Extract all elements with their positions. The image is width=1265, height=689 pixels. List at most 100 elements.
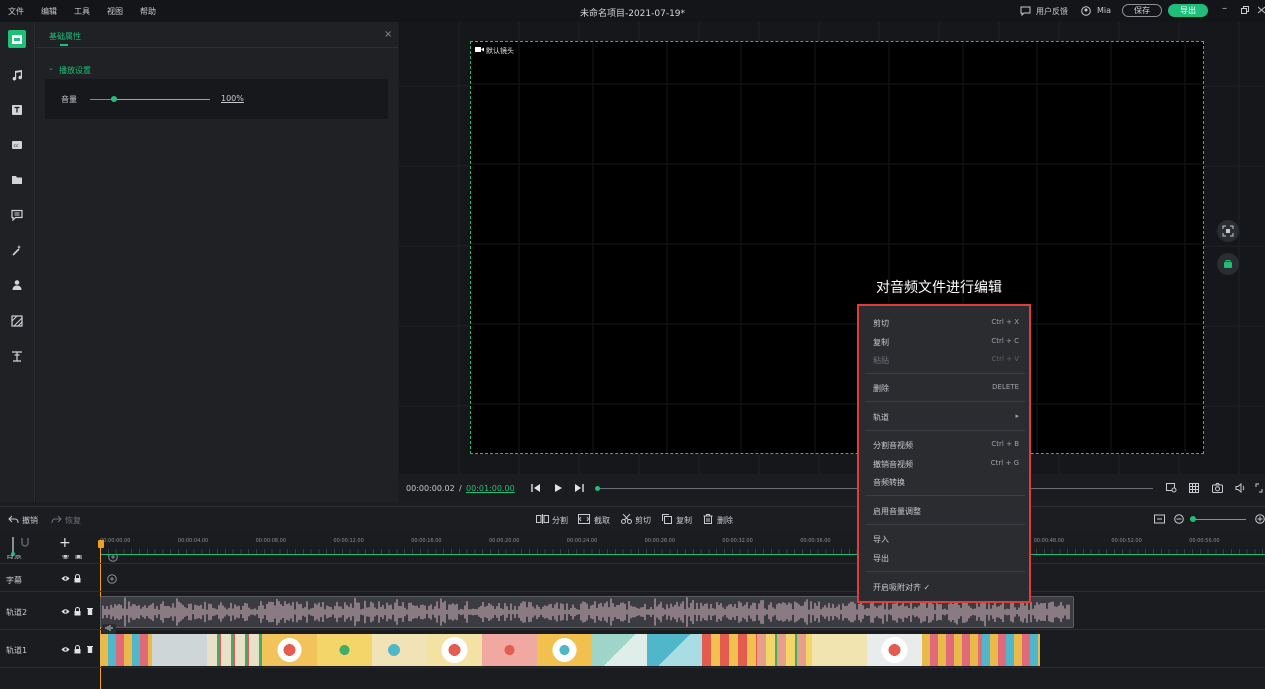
next-frame-icon[interactable] [574, 483, 584, 495]
clip-thumbnail [757, 634, 812, 666]
snapshot-settings-icon[interactable] [1166, 483, 1177, 495]
playback-progress-handle[interactable] [595, 486, 600, 491]
split-screen-icon[interactable] [8, 347, 26, 365]
add-track-icon[interactable]: + [59, 535, 71, 551]
playback-settings-section[interactable]: 播放设置 [59, 65, 91, 76]
menu-item-volume-adjust[interactable]: 启用音量调整 [873, 506, 1019, 517]
total-time[interactable]: 00:01:00.00 [466, 484, 515, 493]
tab-basic-properties[interactable]: 基础属性 [49, 31, 81, 42]
folder-icon[interactable] [8, 171, 26, 189]
add-subtitle-icon[interactable] [107, 574, 117, 586]
text-icon[interactable] [8, 101, 26, 119]
zoom-slider-track[interactable] [1190, 519, 1246, 520]
properties-header: 基础属性 × [36, 22, 398, 48]
volume-icon[interactable] [1235, 482, 1246, 495]
menu-item-split-av[interactable]: 分割音视频 Ctrl + B [873, 440, 1019, 451]
volume-value[interactable]: 100% [221, 94, 244, 103]
feedback-link[interactable]: 用户反馈 [1036, 6, 1068, 17]
ruler-time-label: 00:00:36.00 [800, 538, 831, 544]
eye-icon[interactable] [61, 575, 70, 584]
cut-button[interactable]: 剪切 [635, 515, 651, 526]
context-menu: 剪切 Ctrl + X 复制 Ctrl + C 粘贴 Ctrl + V 删除 DELET… [857, 304, 1031, 603]
split-icon[interactable] [536, 514, 549, 526]
restore-icon[interactable] [1241, 6, 1249, 16]
user-name[interactable]: Mia [1097, 6, 1111, 15]
grid-icon[interactable] [1189, 483, 1199, 495]
menu-item-snap-align[interactable]: 开启吸附对齐 ✓ [873, 582, 1019, 593]
clip-thumbnail [592, 634, 647, 666]
fit-timeline-icon[interactable] [1154, 514, 1165, 526]
preview-canvas[interactable]: 默认镜头 [470, 41, 1204, 454]
lock-icon[interactable]: ▣ [75, 555, 83, 560]
prev-frame-icon[interactable] [531, 483, 541, 495]
split-button[interactable]: 分割 [552, 515, 568, 526]
person-icon[interactable] [8, 276, 26, 294]
menu-item-export[interactable]: 导出 [873, 553, 1019, 564]
menu-separator [865, 571, 1025, 572]
fullscreen-icon[interactable] [1255, 483, 1263, 495]
music-icon[interactable] [8, 66, 26, 84]
delete-button[interactable]: 删除 [717, 515, 733, 526]
crop-icon[interactable] [578, 514, 590, 526]
menu-item-copy[interactable]: 复制 Ctrl + C [873, 337, 1019, 348]
menu-item-undo-av[interactable]: 撤销音视频 Ctrl + G [873, 459, 1019, 470]
eye-icon[interactable] [61, 608, 70, 617]
playhead-handle[interactable] [98, 540, 104, 548]
menu-separator [865, 430, 1025, 431]
magic-wand-icon[interactable] [8, 241, 26, 259]
feedback-icon[interactable] [1020, 6, 1031, 18]
menu-item-cut[interactable]: 剪切 Ctrl + X [873, 318, 1019, 329]
close-window-icon[interactable] [1257, 6, 1265, 16]
crop-button[interactable]: 截取 [594, 515, 610, 526]
redo-button[interactable]: 恢复 [65, 515, 81, 526]
copy-button[interactable]: 复制 [676, 515, 692, 526]
zoom-slider-handle[interactable] [1190, 516, 1196, 522]
minimize-icon[interactable]: – [1222, 3, 1227, 14]
menu-item-audio-convert[interactable]: 音频转换 [873, 477, 1019, 488]
clip-thumbnail [317, 634, 372, 666]
scissors-icon[interactable] [621, 513, 632, 526]
volume-slider-handle[interactable] [111, 96, 117, 102]
close-panel-icon[interactable]: × [384, 29, 392, 40]
lock-icon[interactable] [74, 574, 81, 585]
lock-icon[interactable] [74, 645, 81, 656]
media-library-icon[interactable] [8, 30, 26, 48]
video-clip[interactable] [100, 634, 1075, 666]
camera-icon[interactable] [1212, 483, 1223, 495]
menu-item-delete[interactable]: 删除 DELETE [873, 383, 1019, 394]
menu-item-paste[interactable]: 粘贴 Ctrl + V [873, 355, 1019, 366]
menu-separator [865, 373, 1025, 374]
zoom-out-icon[interactable] [1174, 514, 1184, 526]
redo-icon[interactable] [51, 515, 62, 526]
lock-icon[interactable] [74, 607, 81, 618]
menu-item-track[interactable]: 轨道 ▸ [873, 412, 1019, 423]
magnet-icon[interactable] [20, 537, 30, 551]
trash-icon[interactable] [87, 607, 93, 617]
play-icon[interactable] [553, 483, 563, 495]
save-button[interactable]: 保存 [1122, 4, 1162, 17]
eye-icon[interactable] [61, 646, 70, 655]
clip-thumbnail [262, 634, 317, 666]
undo-button[interactable]: 撤销 [22, 515, 38, 526]
visibility-icon[interactable]: ◉ [62, 555, 69, 560]
export-button[interactable]: 导出 [1168, 4, 1208, 17]
crop-tool-button[interactable] [1217, 253, 1239, 275]
zoom-in-icon[interactable] [1255, 514, 1265, 526]
undo-icon[interactable] [8, 515, 19, 526]
clip-thumbnail [812, 634, 867, 666]
clip-thumbnail [702, 634, 757, 666]
comment-icon[interactable] [8, 206, 26, 224]
track-label-bg: 背景 [6, 555, 22, 560]
copy-icon[interactable] [662, 514, 672, 526]
caption-icon[interactable]: cc [8, 136, 26, 154]
chevron-down-icon[interactable]: ⌄ [48, 64, 54, 72]
trash-icon[interactable] [703, 514, 713, 526]
fit-screen-button[interactable] [1217, 220, 1239, 242]
transition-icon[interactable] [8, 312, 26, 330]
add-bg-icon[interactable] [108, 555, 118, 563]
menu-item-import[interactable]: 导入 [873, 534, 1019, 545]
clip-thumbnail [537, 634, 592, 666]
trash-icon[interactable] [87, 645, 93, 655]
timeline-toolbar: 撤销 恢复 分割 截取 剪切 复制 删除 [0, 506, 1265, 532]
clip-thumbnail [372, 634, 427, 666]
